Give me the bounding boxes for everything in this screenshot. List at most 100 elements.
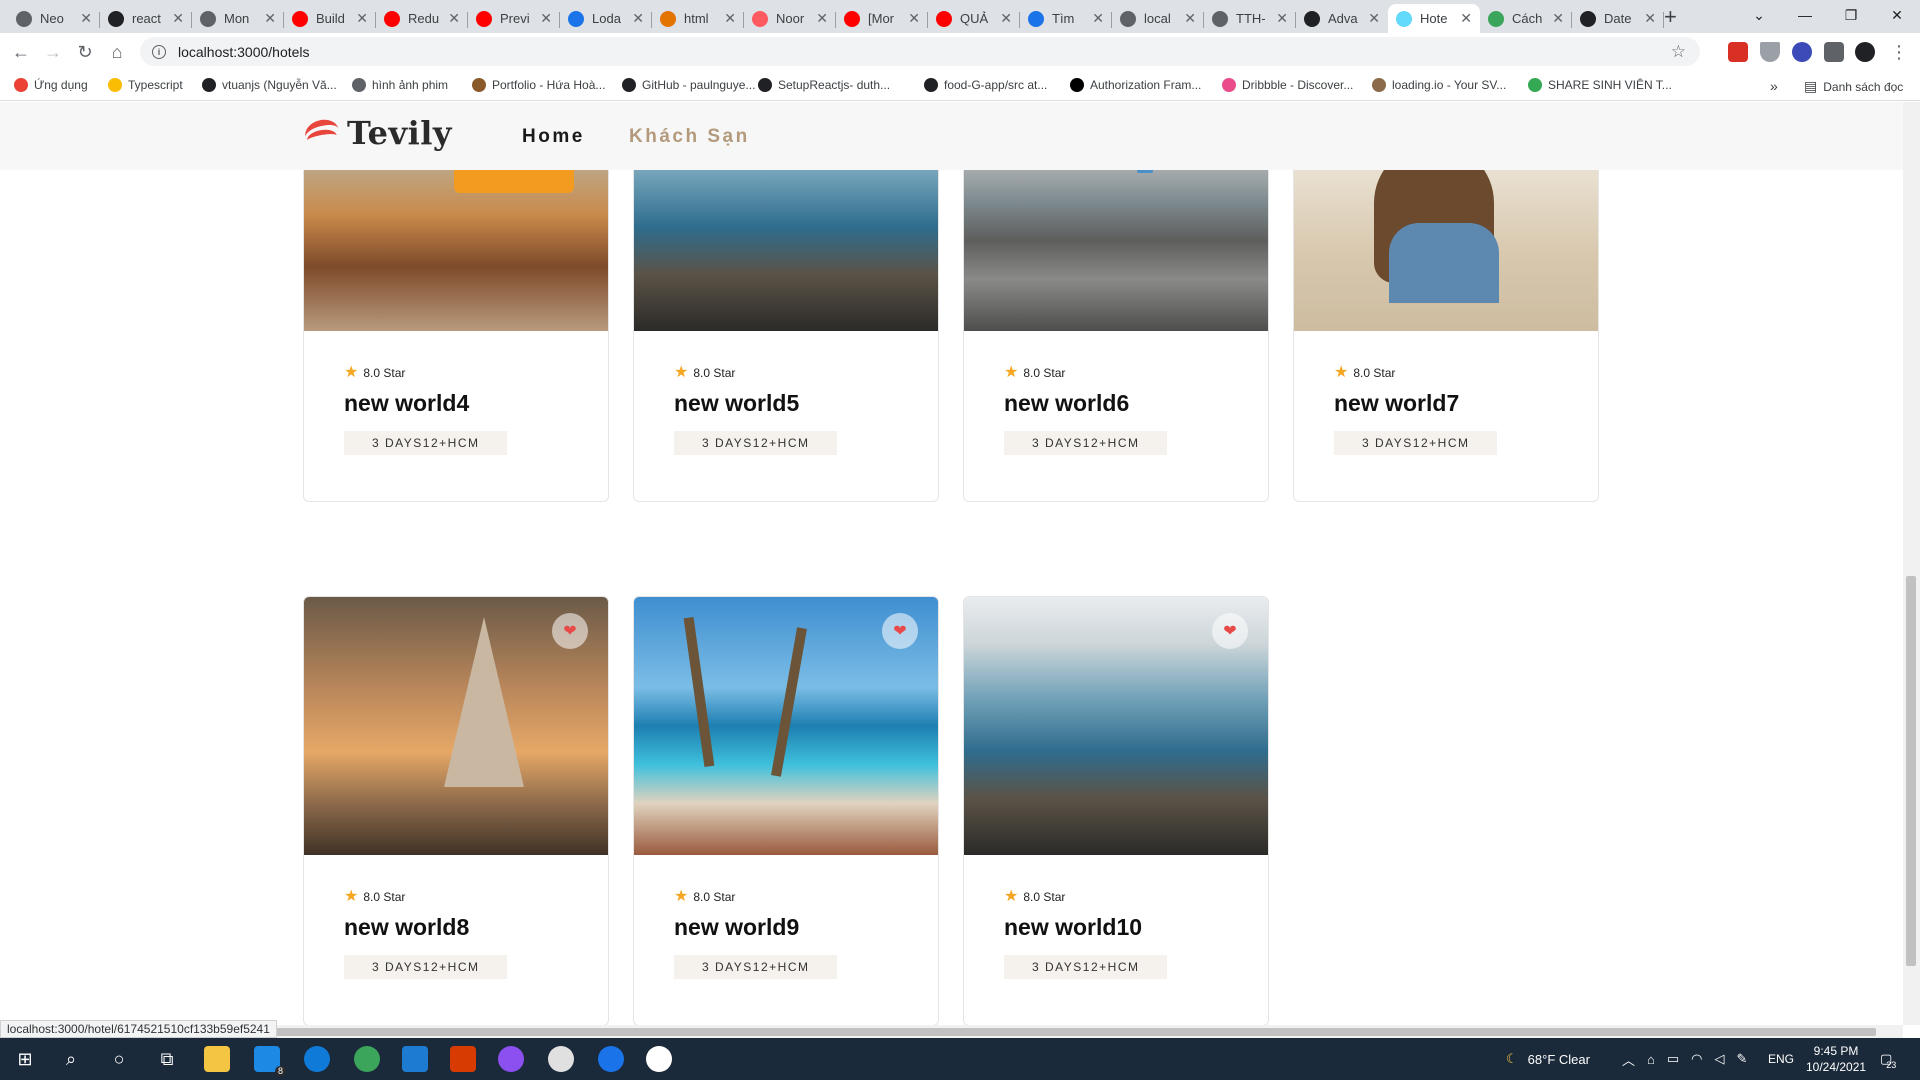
tab-close-icon[interactable]: ✕ <box>724 10 736 27</box>
notifications-button[interactable]: ▢ 23 <box>1880 1038 1896 1080</box>
hotel-name[interactable]: new world5 <box>674 390 914 417</box>
scrollbar-thumb[interactable] <box>1906 576 1916 966</box>
messenger-icon[interactable] <box>498 1046 524 1072</box>
browser-tab[interactable]: Mon ✕ <box>192 4 284 33</box>
hotel-card[interactable]: ❤ ★ 8.0 Star new world9 3 DAYS12+HCM <box>633 596 939 1025</box>
bookmark-item[interactable]: GitHub - paulnguye... <box>622 78 755 92</box>
tab-close-icon[interactable]: ✕ <box>1000 10 1012 27</box>
battery-icon[interactable]: ▭ <box>1667 1051 1679 1067</box>
home-icon[interactable]: ⌂ <box>104 39 130 65</box>
new-tab-button[interactable]: + <box>1664 4 1677 30</box>
address-bar[interactable]: i localhost:3000/hotels ☆ <box>140 37 1700 66</box>
search-icon[interactable]: ⌕ <box>58 1046 84 1072</box>
tab-close-icon[interactable]: ✕ <box>1184 10 1196 27</box>
horizontal-scrollbar[interactable] <box>0 1025 1903 1038</box>
site-info-icon[interactable]: i <box>152 44 166 59</box>
tab-close-icon[interactable]: ✕ <box>1460 10 1472 27</box>
language-indicator[interactable]: ENG <box>1768 1038 1794 1080</box>
cortana-icon[interactable]: ○ <box>106 1046 132 1072</box>
volume-icon[interactable]: ◁ <box>1715 1051 1725 1067</box>
extension-filter-icon[interactable] <box>1760 42 1780 62</box>
bookmark-item[interactable]: Typescript <box>108 78 183 92</box>
browser-tab[interactable]: Previ ✕ <box>468 4 560 33</box>
browser-tab[interactable]: local ✕ <box>1112 4 1204 33</box>
back-icon[interactable]: ← <box>8 39 34 65</box>
tab-close-icon[interactable]: ✕ <box>356 10 368 27</box>
nav-hotels-link[interactable]: Khách Sạn <box>629 126 750 148</box>
reload-icon[interactable]: ↻ <box>72 39 98 65</box>
mail-icon[interactable]: 8 <box>254 1046 286 1076</box>
tab-close-icon[interactable]: ✕ <box>816 10 828 27</box>
bookmark-item[interactable]: Authorization Fram... <box>1070 78 1201 92</box>
bookmarks-overflow-button[interactable]: » <box>1770 78 1778 94</box>
browser-tab[interactable]: Tìm ✕ <box>1020 4 1112 33</box>
tab-close-icon[interactable]: ✕ <box>908 10 920 27</box>
browser-tab[interactable]: Build ✕ <box>284 4 376 33</box>
browser-tab[interactable]: Redu ✕ <box>376 4 468 33</box>
tab-close-icon[interactable]: ✕ <box>1368 10 1380 27</box>
browser-tab[interactable]: html ✕ <box>652 4 744 33</box>
minimize-button[interactable]: — <box>1782 0 1828 30</box>
network-icon[interactable]: ⌂ <box>1647 1052 1655 1067</box>
bookmark-item[interactable]: SHARE SINH VIÊN T... <box>1528 78 1672 92</box>
bookmark-item[interactable]: food-G-app/src at... <box>924 78 1047 92</box>
hotel-card[interactable]: ❤ ★ 8.0 Star new world8 3 DAYS12+HCM <box>303 596 609 1025</box>
zalo-icon[interactable] <box>598 1046 624 1072</box>
clock[interactable]: 9:45 PM 10/24/2021 <box>1806 1038 1866 1080</box>
tab-close-icon[interactable]: ✕ <box>540 10 552 27</box>
favorite-heart-icon[interactable]: ❤ <box>882 613 918 649</box>
hotel-card[interactable]: ❤ ★ 8.0 Star new world10 3 DAYS12+HCM <box>963 596 1269 1025</box>
tab-close-icon[interactable]: ✕ <box>448 10 460 27</box>
app-icon[interactable] <box>354 1046 380 1072</box>
browser-tab[interactable]: Neo ✕ <box>8 4 100 33</box>
tab-search-icon[interactable]: ⌄ <box>1736 0 1782 30</box>
bookmark-item[interactable]: Ứng dụng <box>14 78 88 92</box>
show-hidden-icons-icon[interactable]: ︿ <box>1622 1050 1635 1069</box>
browser-tab[interactable]: [Mor ✕ <box>836 4 928 33</box>
hotel-name[interactable]: new world9 <box>674 914 914 941</box>
restore-button[interactable]: ❐ <box>1828 0 1874 30</box>
bookmark-item[interactable]: hình ảnh phim <box>352 78 448 92</box>
task-view-icon[interactable]: ⧉ <box>154 1046 180 1072</box>
wifi-icon[interactable]: ◠ <box>1691 1051 1702 1067</box>
pen-icon[interactable]: ✎ <box>1737 1051 1748 1067</box>
bookmark-item[interactable]: Dribbble - Discover... <box>1222 78 1353 92</box>
bookmark-star-icon[interactable]: ☆ <box>1671 42 1686 62</box>
favorite-heart-icon[interactable]: ❤ <box>1212 613 1248 649</box>
edge-icon[interactable] <box>304 1046 330 1072</box>
browser-tab[interactable]: TTH- ✕ <box>1204 4 1296 33</box>
hotel-name[interactable]: new world7 <box>1334 390 1574 417</box>
browser-tab[interactable]: Date ✕ <box>1572 4 1664 33</box>
browser-tab[interactable]: Hote ✕ <box>1388 4 1480 33</box>
tab-close-icon[interactable]: ✕ <box>264 10 276 27</box>
extensions-puzzle-icon[interactable] <box>1824 42 1844 62</box>
address-text[interactable]: localhost:3000/hotels <box>178 44 310 60</box>
nav-home-link[interactable]: Home <box>522 126 585 148</box>
hotel-name[interactable]: new world6 <box>1004 390 1244 417</box>
browser-tab[interactable]: Loda ✕ <box>560 4 652 33</box>
chrome-icon[interactable] <box>548 1046 574 1072</box>
tab-close-icon[interactable]: ✕ <box>632 10 644 27</box>
profile-avatar[interactable] <box>1855 42 1875 62</box>
hotel-name[interactable]: new world10 <box>1004 914 1244 941</box>
tab-close-icon[interactable]: ✕ <box>1092 10 1104 27</box>
tab-close-icon[interactable]: ✕ <box>80 10 92 27</box>
file-explorer-icon[interactable] <box>204 1046 230 1072</box>
reading-list-button[interactable]: ▤ Danh sách đọc <box>1804 78 1903 95</box>
close-window-button[interactable]: ✕ <box>1874 0 1920 30</box>
scrollbar-thumb[interactable] <box>16 1028 1876 1036</box>
browser-tab[interactable]: Cách ✕ <box>1480 4 1572 33</box>
hotel-name[interactable]: new world8 <box>344 914 584 941</box>
tab-close-icon[interactable]: ✕ <box>172 10 184 27</box>
browser-tab[interactable]: react ✕ <box>100 4 192 33</box>
vertical-scrollbar[interactable] <box>1903 102 1920 1025</box>
bookmark-item[interactable]: vtuanjs (Nguyễn Vă... <box>202 78 337 92</box>
site-logo[interactable]: Tevily <box>302 114 452 152</box>
tab-close-icon[interactable]: ✕ <box>1552 10 1564 27</box>
bookmark-item[interactable]: SetupReactjs- duth... <box>758 78 890 92</box>
tab-close-icon[interactable]: ✕ <box>1644 10 1656 27</box>
browser-tab[interactable]: Adva ✕ <box>1296 4 1388 33</box>
tray-icons[interactable]: ︿ ⌂ ▭ ◠ ◁ ✎ <box>1622 1038 1747 1080</box>
favorite-heart-icon[interactable]: ❤ <box>552 613 588 649</box>
weather-widget[interactable]: ☾ 68°F Clear <box>1506 1038 1590 1080</box>
